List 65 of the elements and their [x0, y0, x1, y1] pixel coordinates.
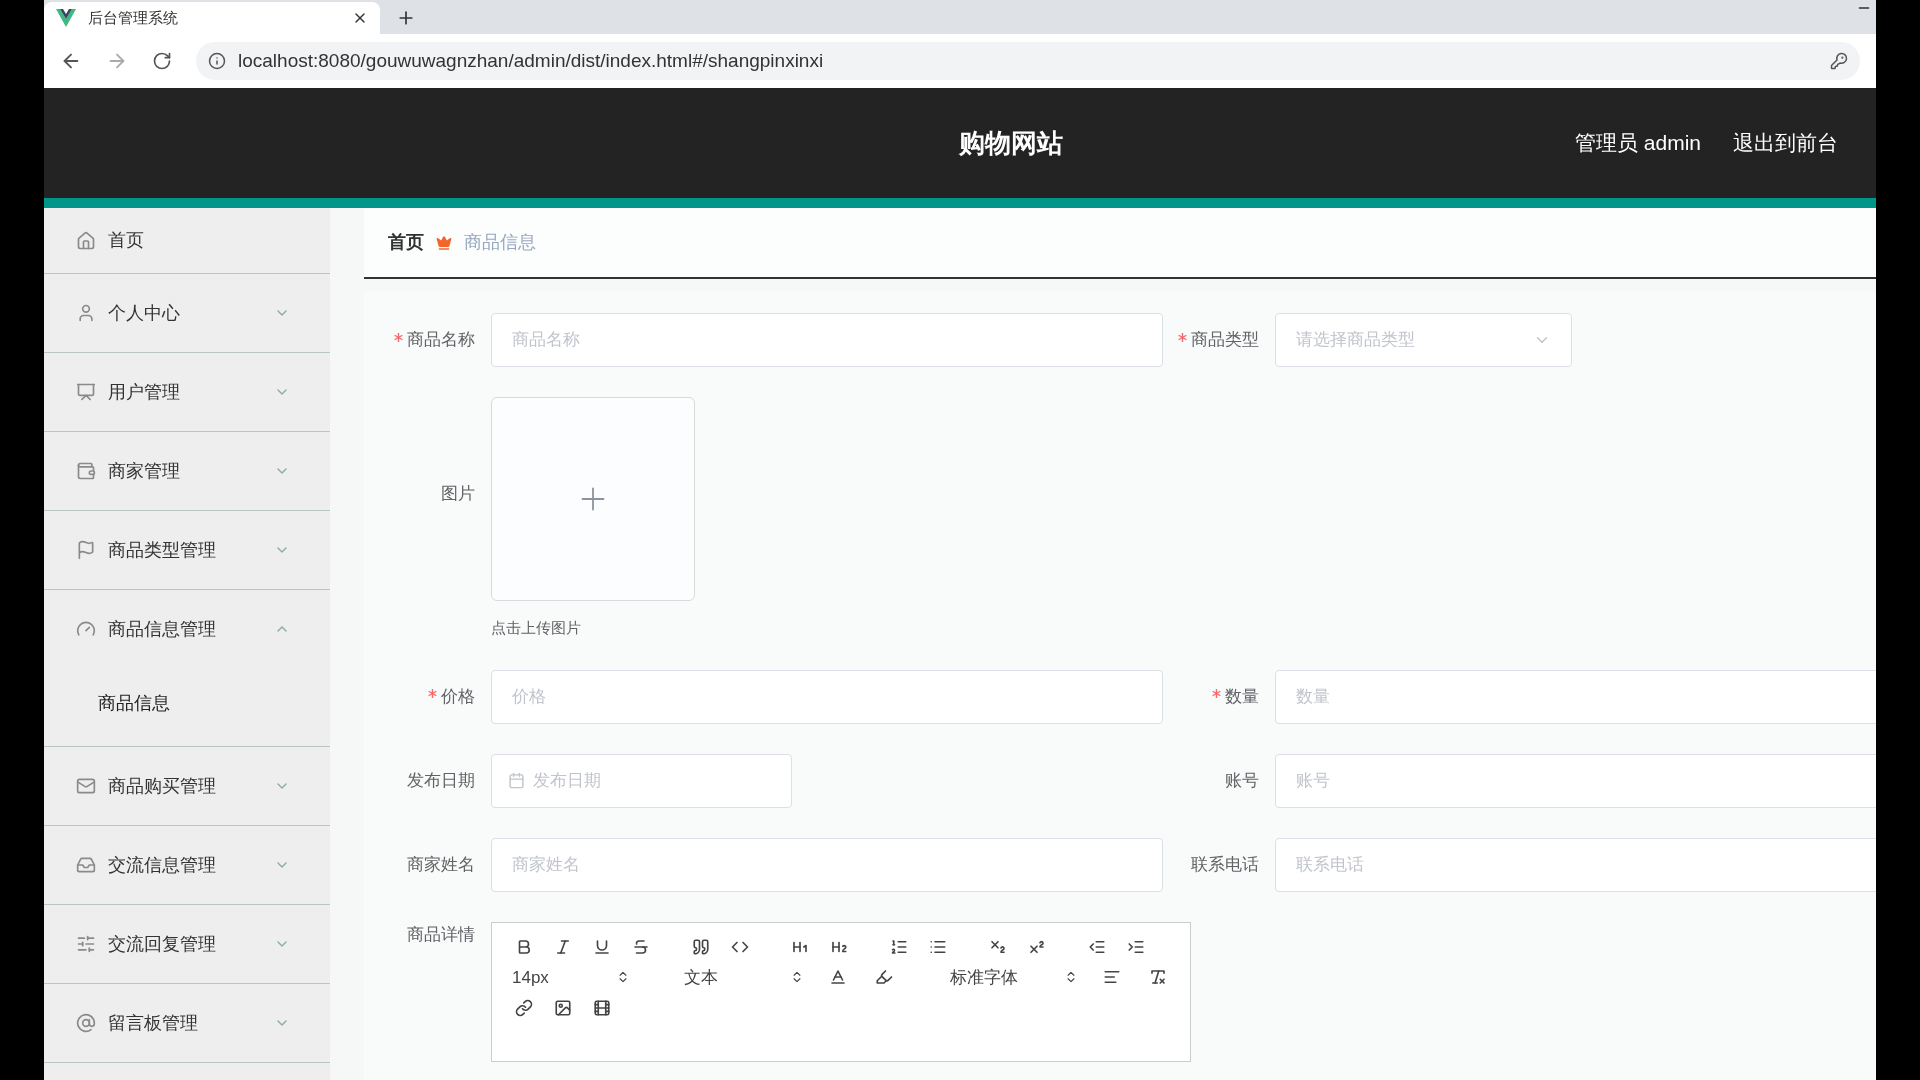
- field-label: 商品名称: [407, 329, 475, 352]
- underline-icon[interactable]: [593, 937, 611, 956]
- field-label: 商家姓名: [407, 853, 475, 876]
- image-icon[interactable]: [554, 999, 572, 1017]
- italic-icon[interactable]: [554, 937, 572, 956]
- gauge-icon: [76, 619, 96, 639]
- menu-item[interactable]: 商品类型管理: [44, 511, 330, 589]
- highlight-icon[interactable]: [875, 968, 893, 987]
- field-label: 联系电话: [1191, 853, 1259, 876]
- quote-icon[interactable]: [692, 937, 710, 956]
- field-label: 发布日期: [407, 769, 475, 792]
- breadcrumb-link[interactable]: 首页: [388, 229, 424, 256]
- header-link[interactable]: 管理员 admin: [1574, 127, 1701, 159]
- field-label: 图片: [441, 482, 475, 505]
- mail-icon: [76, 776, 96, 796]
- flag-icon: [76, 540, 96, 560]
- at-sign-icon: [76, 1013, 96, 1033]
- crown-icon: [436, 234, 452, 251]
- text-field[interactable]: 账号: [1275, 753, 1876, 808]
- font-family-select[interactable]: 标准字体: [950, 964, 1078, 990]
- wallet-icon: [76, 461, 96, 481]
- menu-item[interactable]: 交流信息管理: [44, 826, 330, 904]
- calendar-icon: [508, 772, 525, 789]
- menu-item[interactable]: 商品购买管理: [44, 747, 330, 825]
- field-label: 商品详情: [407, 923, 475, 946]
- film-icon[interactable]: [593, 999, 611, 1017]
- logo-icon: [56, 9, 76, 27]
- clear-format-icon[interactable]: [1149, 968, 1167, 987]
- font-size-select[interactable]: 14px: [512, 964, 630, 990]
- user-icon: [76, 303, 96, 323]
- text-field[interactable]: 商品名称: [491, 313, 1163, 367]
- menu-item[interactable]: 商家管理: [44, 432, 330, 510]
- upload-hint: 点击上传图片: [491, 618, 582, 638]
- text-field[interactable]: 价格: [491, 669, 1163, 724]
- strikethrough-icon[interactable]: [632, 937, 650, 956]
- text-field[interactable]: 数量: [1275, 669, 1876, 724]
- menu-item[interactable]: 留言板管理: [44, 984, 330, 1062]
- header-link[interactable]: 退出到前台: [1733, 127, 1838, 159]
- browser-tab[interactable]: 后台管理系统: [44, 2, 380, 34]
- numbered-list-icon[interactable]: [890, 937, 908, 956]
- text-field[interactable]: 联系电话: [1275, 837, 1876, 892]
- menu-item[interactable]: 交流回复管理: [44, 905, 330, 983]
- info-icon: [208, 52, 226, 70]
- menu-item[interactable]: 商品信息管理: [44, 590, 330, 668]
- submenu-item[interactable]: 商品信息: [44, 668, 330, 738]
- field-label: 价格: [441, 685, 475, 708]
- signboard-icon: [76, 382, 96, 402]
- menu-item[interactable]: 个人中心: [44, 274, 330, 352]
- home-icon: [76, 230, 96, 251]
- sliders-icon: [76, 934, 96, 954]
- menu-item[interactable]: 用户管理: [44, 353, 330, 431]
- address-bar[interactable]: localhost:8080/gouwuwagnzhan/admin/dist/index.html#/shangpinxinxi: [196, 42, 1860, 80]
- field-label: 账号: [1225, 769, 1259, 792]
- site-title: 购物网站: [958, 126, 1063, 160]
- field-label: 商品类型: [1191, 329, 1259, 352]
- block-format-select[interactable]: 文本: [684, 964, 804, 990]
- key-icon[interactable]: [1830, 52, 1848, 70]
- tab-title: 后台管理系统: [88, 7, 179, 28]
- text-field[interactable]: 商家姓名: [491, 837, 1163, 892]
- font-color-icon[interactable]: [829, 968, 847, 987]
- link-icon[interactable]: [515, 999, 533, 1017]
- tray-icon: [76, 855, 96, 875]
- reload-icon[interactable]: [152, 51, 172, 71]
- menu-item[interactable]: 首页: [44, 208, 330, 273]
- field-label: 数量: [1225, 685, 1259, 708]
